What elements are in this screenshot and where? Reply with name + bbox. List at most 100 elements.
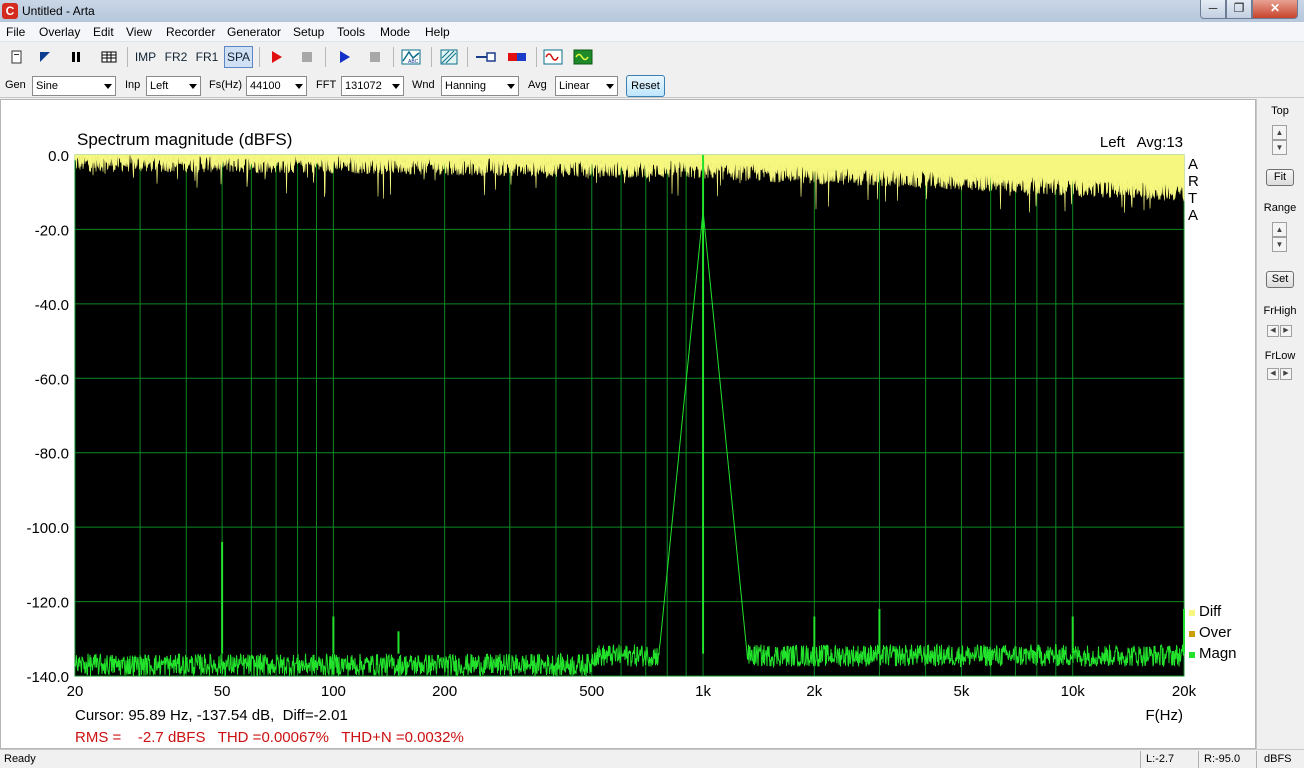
arta-logo: ARTA — [1188, 156, 1199, 224]
reset-button[interactable]: Reset — [626, 75, 665, 97]
fr1-mode-button[interactable]: FR1 — [193, 46, 221, 68]
generator-wave-icon[interactable] — [541, 46, 565, 68]
y-tick-label: 0.0 — [48, 148, 69, 165]
toolbar-separator — [127, 47, 128, 67]
legend-swatch — [1189, 631, 1195, 637]
top-down-icon[interactable]: ▼ — [1272, 140, 1287, 155]
frlow-right-icon[interactable]: ▶ — [1280, 368, 1292, 380]
status-right-level: R:-95.0 — [1204, 753, 1241, 765]
y-tick-label: -20.0 — [35, 222, 69, 239]
input-select[interactable]: Left — [146, 76, 201, 96]
hatch-icon[interactable] — [437, 46, 461, 68]
record-icon[interactable] — [265, 46, 287, 68]
legend-swatch — [1189, 652, 1195, 658]
top-up-icon[interactable]: ▲ — [1272, 125, 1287, 140]
frlow-label: FrLow — [1264, 350, 1296, 362]
chevron-down-icon — [392, 84, 400, 89]
x-tick-label: 10k — [1061, 683, 1086, 700]
menu-edit[interactable]: Edit — [93, 25, 114, 39]
fft-label: FFT — [316, 79, 337, 91]
set-button[interactable]: Set — [1266, 271, 1294, 288]
stop-playback-icon[interactable] — [364, 46, 386, 68]
abc-icon[interactable]: ABC — [398, 46, 424, 68]
generator-select-value: Sine — [36, 80, 59, 92]
new-file-icon[interactable] — [6, 46, 28, 68]
window-select[interactable]: Hanning — [441, 76, 519, 96]
range-down-icon[interactable]: ▼ — [1272, 237, 1287, 252]
x-axis-ticks: 20 50 100 200 500 1k 2k 5k 10k 20k — [67, 683, 1197, 700]
logo-letter: A — [1188, 207, 1198, 224]
minimize-icon[interactable]: ─ — [1200, 0, 1226, 19]
title-bar: C Untitled - Arta ─ ❐ ✕ — [0, 0, 1304, 22]
spa-mode-button[interactable]: SPA — [224, 46, 253, 68]
chevron-down-icon — [104, 84, 112, 89]
fit-button[interactable]: Fit — [1266, 169, 1294, 186]
menu-file[interactable]: File — [6, 25, 25, 39]
menu-recorder[interactable]: Recorder — [166, 25, 215, 39]
frhigh-label: FrHigh — [1263, 305, 1297, 317]
stop-icon[interactable] — [296, 46, 318, 68]
channel-info: Left Avg:13 — [1100, 134, 1183, 151]
play-icon[interactable] — [333, 46, 355, 68]
toolbar-separator — [467, 47, 468, 67]
x-tick-label: 500 — [579, 683, 604, 700]
status-bar: Ready L:-2.7 R:-95.0 dBFS — [0, 749, 1304, 768]
scope-icon[interactable] — [571, 46, 595, 68]
frlow-left-icon[interactable]: ◀ — [1267, 368, 1279, 380]
imp-mode-button[interactable]: IMP — [132, 46, 159, 68]
chevron-down-icon — [295, 84, 303, 89]
status-unit: dBFS — [1264, 753, 1292, 765]
logo-letter: R — [1188, 173, 1199, 190]
wnd-label: Wnd — [412, 79, 435, 91]
menu-generator[interactable]: Generator — [227, 25, 281, 39]
y-tick-label: -60.0 — [35, 371, 69, 388]
menu-tools[interactable]: Tools — [337, 25, 365, 39]
fs-label: Fs(Hz) — [209, 79, 242, 91]
toolbar: IMP FR2 FR1 SPA ABC — [0, 42, 1304, 72]
status-left-level: L:-2.7 — [1146, 753, 1175, 765]
legend-swatch — [1189, 610, 1195, 616]
frhigh-right-icon[interactable]: ▶ — [1280, 325, 1292, 337]
y-axis-ticks: 0.0 -20.0 -40.0 -60.0 -80.0 -100.0 -120.0 -140.… — [26, 148, 69, 686]
chevron-down-icon — [189, 84, 197, 89]
averaging-select[interactable]: Linear — [555, 76, 618, 96]
samplerate-select[interactable]: 44100 — [246, 76, 307, 96]
logo-letter: T — [1188, 190, 1197, 207]
close-icon[interactable]: ✕ — [1252, 0, 1298, 19]
legend-entry: Magn — [1199, 645, 1237, 662]
x-axis-unit: F(Hz) — [1146, 707, 1184, 724]
svg-text:ABC: ABC — [408, 59, 419, 65]
menu-mode[interactable]: Mode — [380, 25, 410, 39]
status-separator — [1140, 751, 1141, 768]
toolbar-separator — [536, 47, 537, 67]
x-tick-label: 5k — [954, 683, 970, 700]
menu-help[interactable]: Help — [425, 25, 450, 39]
restore-icon[interactable]: ❐ — [1226, 0, 1252, 19]
gen-label: Gen — [5, 79, 26, 91]
app-icon[interactable]: C — [2, 3, 18, 19]
grid-view-icon[interactable] — [97, 46, 121, 68]
legend-entry: Diff — [1199, 603, 1222, 620]
status-ready: Ready — [4, 753, 36, 765]
fft-size-select[interactable]: 131072 — [341, 76, 404, 96]
y-tick-label: -40.0 — [35, 297, 69, 314]
y-tick-label: -100.0 — [26, 520, 69, 537]
fr2-mode-button[interactable]: FR2 — [162, 46, 190, 68]
x-tick-label: 1k — [695, 683, 711, 700]
meter-icon[interactable] — [504, 46, 530, 68]
range-up-icon[interactable]: ▲ — [1272, 222, 1287, 237]
menu-setup[interactable]: Setup — [293, 25, 324, 39]
toolbar-separator — [259, 47, 260, 67]
y-tick-label: -120.0 — [26, 595, 69, 612]
averaging-select-value: Linear — [559, 80, 590, 92]
pause-icon[interactable] — [65, 46, 87, 68]
generator-select[interactable]: Sine — [32, 76, 116, 96]
probe-icon[interactable] — [473, 46, 499, 68]
open-marker-icon[interactable] — [34, 46, 56, 68]
menu-view[interactable]: View — [126, 25, 152, 39]
x-tick-label: 50 — [214, 683, 231, 700]
range-label: Range — [1263, 202, 1297, 214]
frhigh-left-icon[interactable]: ◀ — [1267, 325, 1279, 337]
spectrum-plot[interactable]: Spectrum magnitude (dBFS) Left Avg:13 0.… — [1, 100, 1255, 748]
menu-overlay[interactable]: Overlay — [39, 25, 80, 39]
